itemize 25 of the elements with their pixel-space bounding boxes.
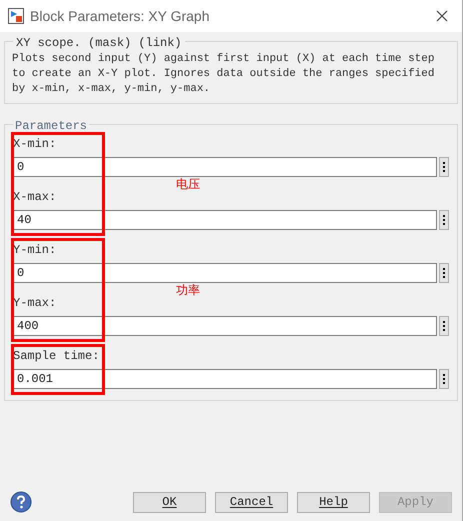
- field-label: Y-max:: [13, 295, 58, 312]
- dialog-button[interactable]: OK: [133, 492, 206, 512]
- dialog-button[interactable]: Cancel: [215, 492, 288, 512]
- field-label: X-min:: [13, 136, 58, 153]
- field-label: Sample time:: [13, 348, 100, 365]
- more-options-button[interactable]: [439, 369, 449, 389]
- more-options-button[interactable]: [439, 316, 449, 336]
- window-title: Block Parameters: XY Graph: [30, 6, 210, 26]
- annotation-text: 功率: [176, 282, 200, 299]
- close-icon: [436, 10, 448, 22]
- input-field[interactable]: 0.001: [13, 369, 437, 389]
- input-field[interactable]: 0: [13, 263, 437, 283]
- help-icon[interactable]: [10, 491, 32, 513]
- more-options-button[interactable]: [439, 263, 449, 283]
- dialog-button[interactable]: Help: [297, 492, 370, 512]
- field-label: X-max:: [13, 189, 58, 206]
- input-field[interactable]: 0: [13, 157, 437, 177]
- block-icon: [8, 8, 24, 24]
- description-text: Plots second input (Y) against first input (X) at each time step to create an X-Y plot. Ignores data outside the ranges specified by x-min, x-max, y-min, y-max.: [12, 52, 436, 97]
- annotation-text: 电压: [176, 176, 200, 193]
- more-options-button[interactable]: [439, 210, 449, 230]
- input-field[interactable]: 40: [13, 210, 437, 230]
- field-label: Y-min:: [13, 242, 58, 259]
- more-options-button[interactable]: [439, 157, 449, 177]
- input-field[interactable]: 400: [13, 316, 437, 336]
